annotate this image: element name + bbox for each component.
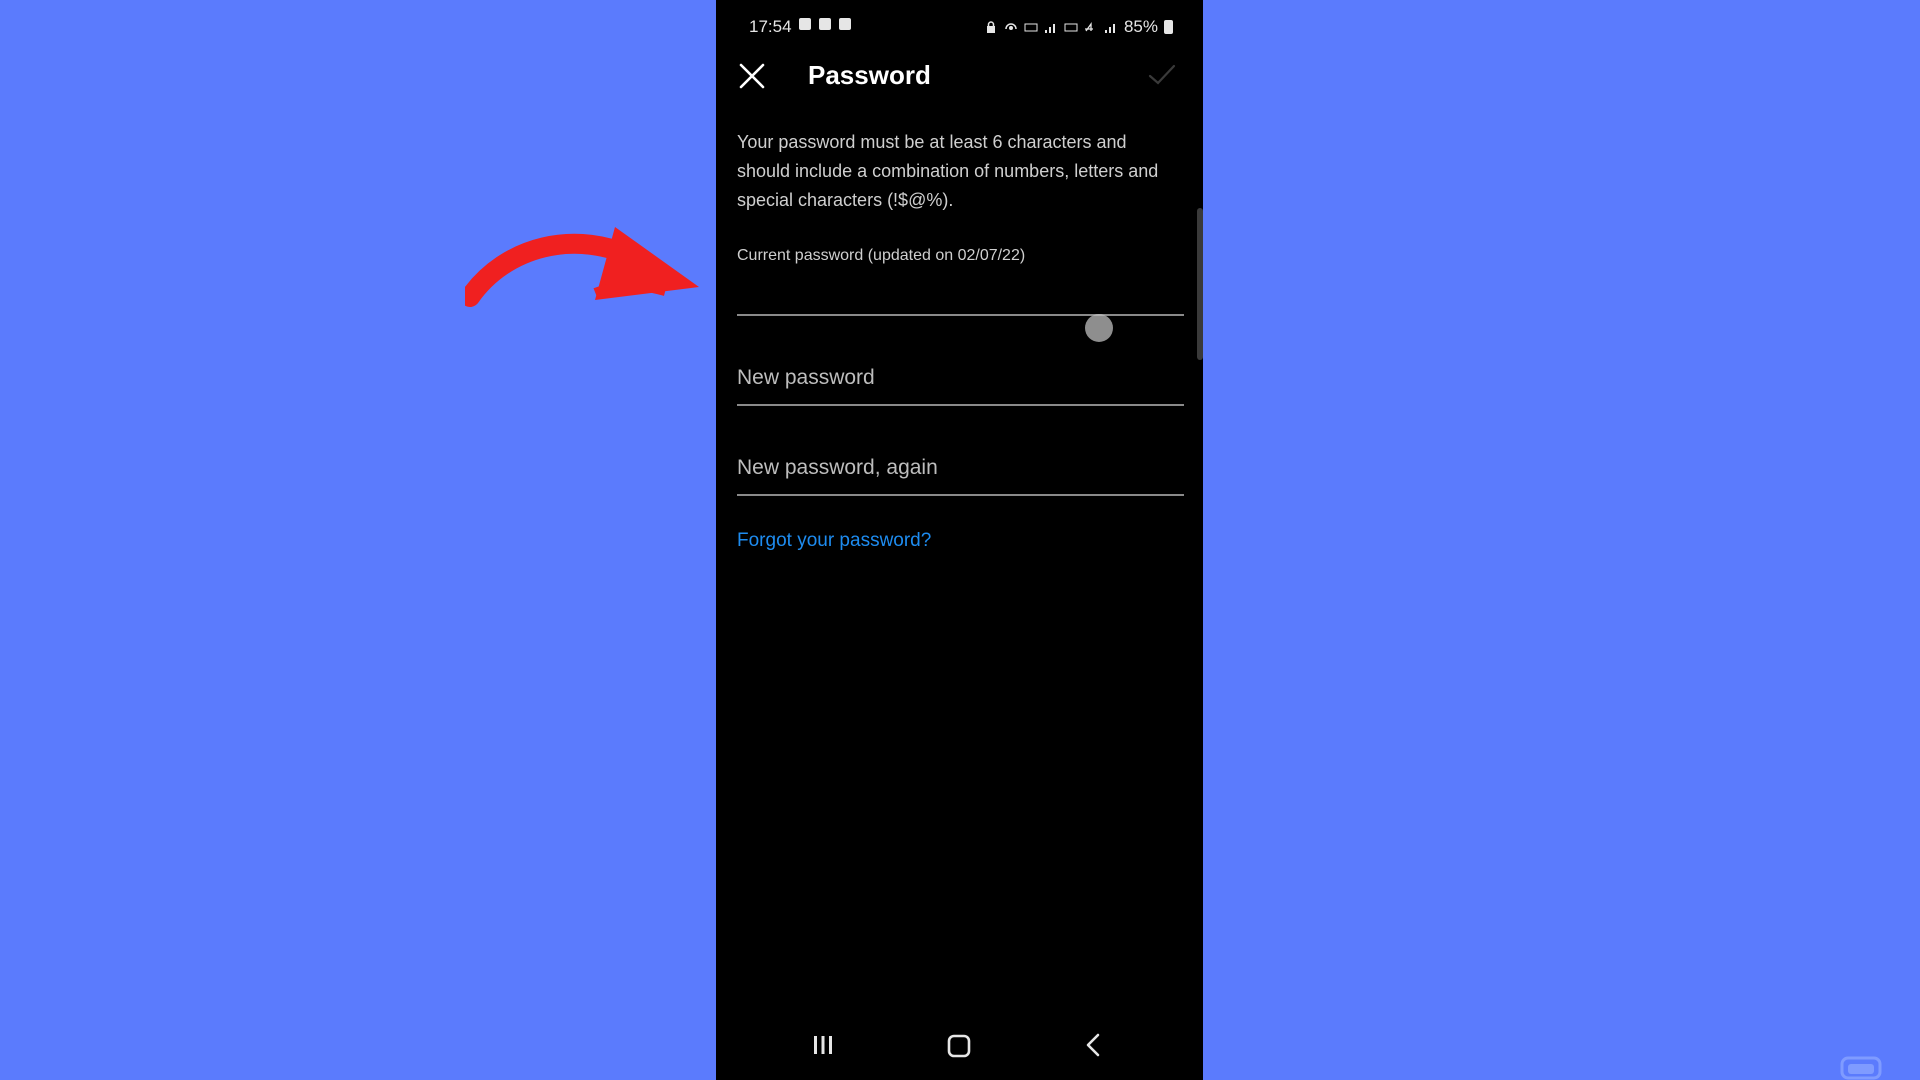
red-curved-arrow-icon [465, 227, 699, 307]
navigation-bar [716, 1010, 1203, 1080]
new-password-again-field-container [737, 440, 1184, 496]
status-bar: 17:54 85% [716, 0, 1203, 54]
forgot-password-link[interactable]: Forgot your password? [737, 530, 931, 552]
current-password-field-container [737, 270, 1184, 316]
touch-indicator [1085, 314, 1113, 342]
back-icon[interactable] [1082, 1032, 1104, 1058]
volte-icon-2 [1064, 23, 1078, 31]
current-password-label: Current password (updated on 02/07/22) [737, 247, 1026, 264]
close-icon[interactable] [736, 60, 768, 92]
hotspot-icon [1005, 22, 1017, 30]
page-title: Password [808, 60, 931, 90]
calendar-icon [839, 18, 851, 30]
lock-icon [986, 20, 995, 33]
password-requirements-text: Your password must be at least 6 charact… [737, 132, 1159, 210]
new-password-field[interactable] [737, 358, 1184, 398]
status-notification-icons [799, 18, 851, 30]
signal-icon-2 [1104, 23, 1115, 33]
header: Password [716, 54, 1203, 98]
mic-icon [819, 18, 831, 30]
scrollbar[interactable] [1197, 208, 1203, 360]
recent-apps-icon[interactable] [810, 1032, 836, 1058]
volte-icon [1024, 23, 1038, 31]
4g-icon [1084, 21, 1093, 31]
status-right-icons: 85% [984, 17, 1173, 37]
current-password-field[interactable] [737, 270, 1184, 310]
battery-percent: 85% [1123, 17, 1158, 36]
signal-icon [1044, 23, 1055, 33]
status-time: 17:54 [749, 17, 792, 36]
phone-screen: 17:54 85% Password Your password must be… [716, 0, 1203, 1080]
video-icon [799, 18, 811, 30]
channel-logo-icon [1840, 1056, 1882, 1080]
battery-icon [1164, 20, 1173, 34]
new-password-again-field[interactable] [737, 448, 1184, 488]
home-icon[interactable] [945, 1032, 973, 1060]
new-password-field-container [737, 350, 1184, 406]
checkmark-icon[interactable] [1147, 62, 1177, 88]
